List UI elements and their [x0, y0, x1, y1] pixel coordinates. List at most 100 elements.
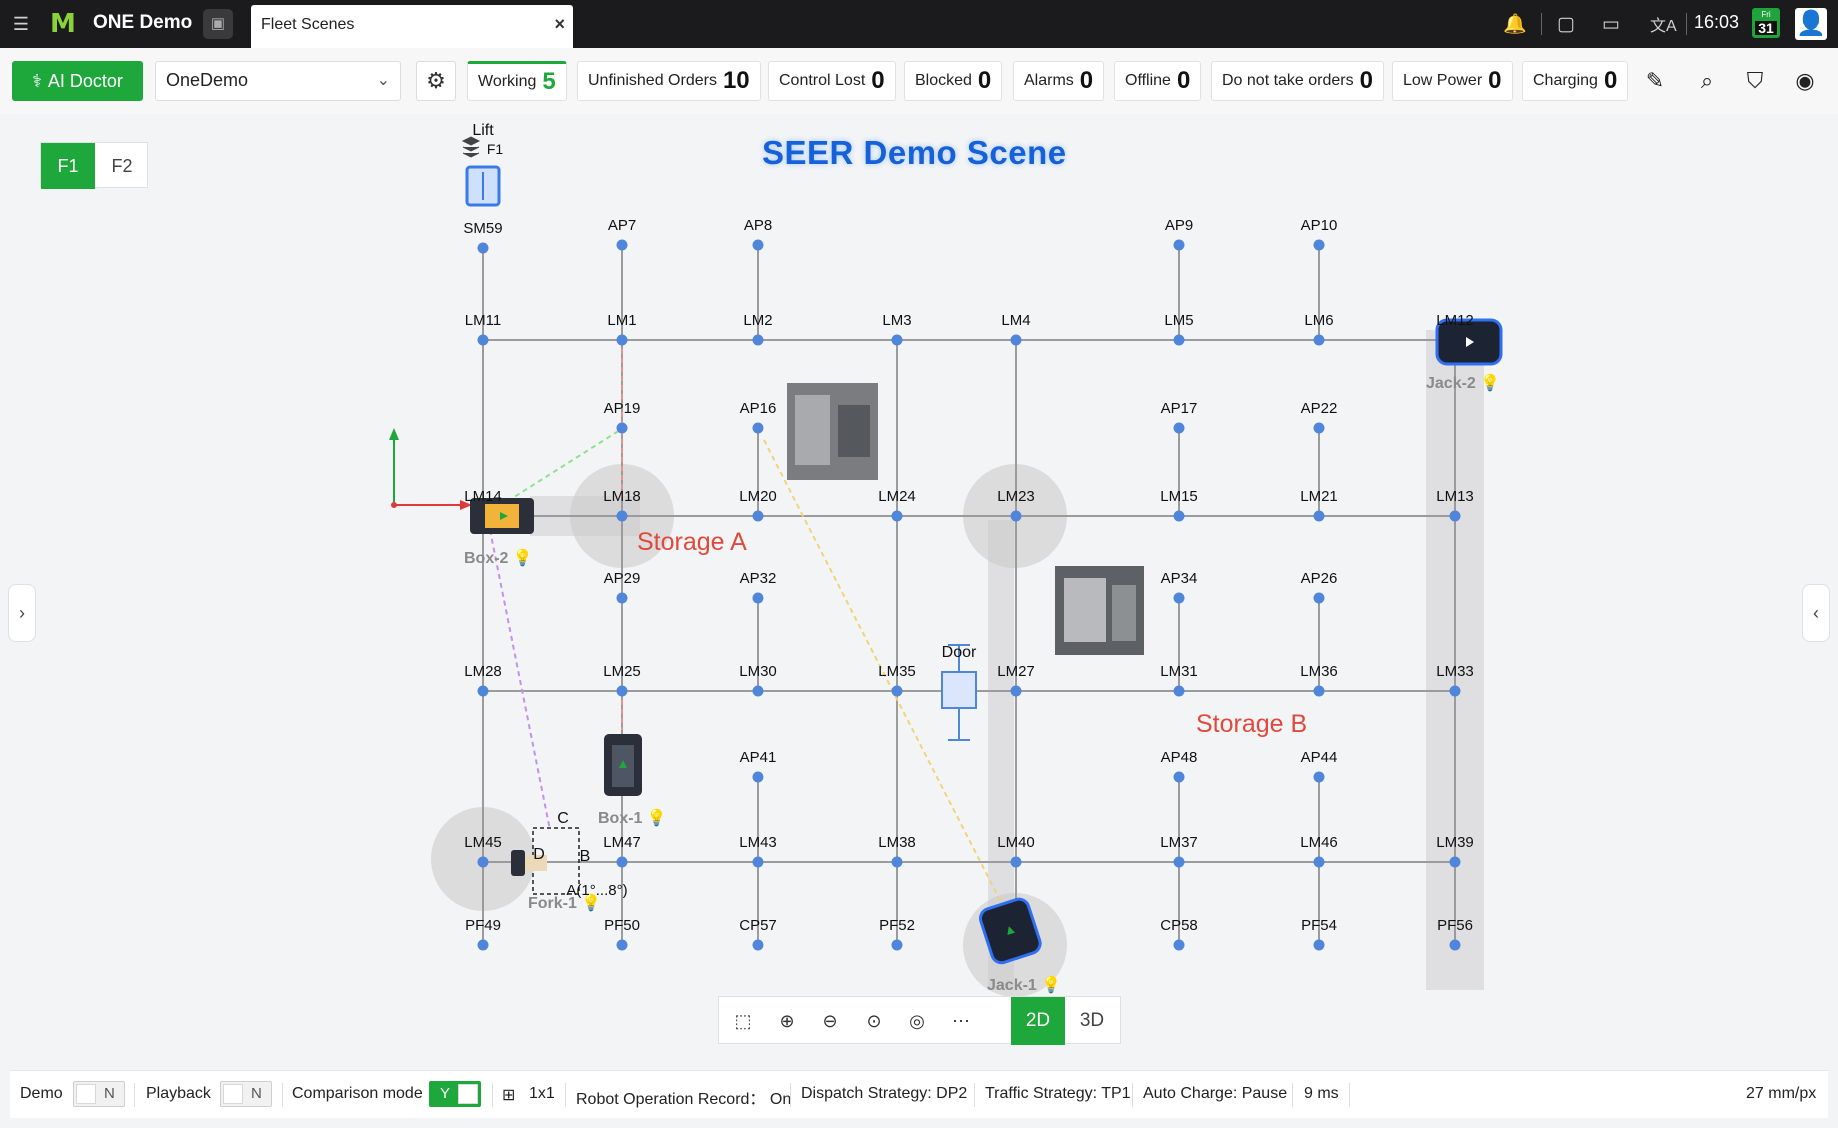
divider — [282, 1083, 283, 1107]
point-label-ap26: AP26 — [1300, 570, 1338, 587]
map-node-pf50[interactable] — [616, 939, 628, 951]
grid-icon[interactable]: ⊞ — [502, 1085, 515, 1105]
zoom-out-icon[interactable]: ⊖ — [816, 1007, 844, 1035]
point-label-lm13: LM13 — [1436, 488, 1474, 505]
toggle-knob — [458, 1084, 478, 1104]
map-node-cp57[interactable] — [752, 939, 764, 951]
map-node-lm18[interactable] — [616, 510, 628, 522]
point-label-lm3: LM3 — [882, 312, 912, 329]
map-node-lm40[interactable] — [1010, 856, 1022, 868]
map-node-lm47[interactable] — [616, 856, 628, 868]
robot-label-jack-2[interactable]: Jack-2 💡 — [1426, 373, 1500, 393]
map-node-ap29[interactable] — [616, 592, 628, 604]
lightbulb-icon[interactable]: 💡 — [1041, 977, 1061, 994]
route-line — [489, 529, 551, 831]
map-node-lm37[interactable] — [1173, 856, 1185, 868]
map-node-ap34[interactable] — [1173, 592, 1185, 604]
map-node-ap7[interactable] — [616, 239, 628, 251]
map-node-ap8[interactable] — [752, 239, 764, 251]
map-node-lm31[interactable] — [1173, 685, 1185, 697]
lightbulb-icon[interactable]: 💡 — [513, 550, 533, 567]
map-node-lm39[interactable] — [1449, 856, 1461, 868]
robot-name-text: Box-2 — [464, 550, 509, 567]
map-node-pf56[interactable] — [1449, 939, 1461, 951]
point-label-lm14: LM14 — [464, 488, 502, 505]
map-node-lm45[interactable] — [477, 856, 489, 868]
map-node-lm27[interactable] — [1010, 685, 1022, 697]
point-label-lm37: LM37 — [1160, 834, 1198, 851]
lightbulb-icon[interactable]: 💡 — [1480, 375, 1500, 392]
map-node-lm24[interactable] — [891, 510, 903, 522]
map-scale: 27 mm/px — [1746, 1085, 1817, 1102]
map-node-ap32[interactable] — [752, 592, 764, 604]
map-node-lm15[interactable] — [1173, 510, 1185, 522]
point-label-lm15: LM15 — [1160, 488, 1198, 505]
map-node-lm46[interactable] — [1313, 856, 1325, 868]
map-node-sm59[interactable] — [477, 242, 489, 254]
map-node-lm20[interactable] — [752, 510, 764, 522]
zoom-fit-icon[interactable]: ⊙ — [860, 1007, 888, 1035]
zoom-in-icon[interactable]: ⊕ — [773, 1007, 801, 1035]
lightbulb-icon[interactable]: 💡 — [647, 810, 667, 827]
map-node-ap41[interactable] — [752, 771, 764, 783]
map-node-lm23[interactable] — [1010, 510, 1022, 522]
map-node-lm13[interactable] — [1449, 510, 1461, 522]
map-node-lm1[interactable] — [616, 334, 628, 346]
grid-size-label[interactable]: 1x1 — [529, 1085, 555, 1103]
point-label-sm59: SM59 — [463, 220, 503, 237]
map-node-pf52[interactable] — [891, 939, 903, 951]
map-node-lm25[interactable] — [616, 685, 628, 697]
storage-a-label: Storage A — [637, 528, 747, 556]
map-node-ap16[interactable] — [752, 422, 764, 434]
map-node-lm28[interactable] — [477, 685, 489, 697]
map-node-pf54[interactable] — [1313, 939, 1325, 951]
map-node-ap22[interactable] — [1313, 422, 1325, 434]
map-node-ap44[interactable] — [1313, 771, 1325, 783]
point-label-cp58: CP58 — [1160, 917, 1198, 934]
map-node-lm43[interactable] — [752, 856, 764, 868]
map-node-ap19[interactable] — [616, 422, 628, 434]
map-node-pf49[interactable] — [477, 939, 489, 951]
view-2d-button[interactable]: 2D — [1011, 997, 1065, 1045]
map-node-ap48[interactable] — [1173, 771, 1185, 783]
floor-f1-button[interactable]: F1 — [41, 143, 95, 189]
map-node-lm21[interactable] — [1313, 510, 1325, 522]
map-node-ap26[interactable] — [1313, 592, 1325, 604]
map-node-cp58[interactable] — [1173, 939, 1185, 951]
point-label-ap29: AP29 — [603, 570, 641, 587]
map-node-lm3[interactable] — [891, 334, 903, 346]
map-node-lm11[interactable] — [477, 334, 489, 346]
map-node-ap9[interactable] — [1173, 239, 1185, 251]
point-label-lm33: LM33 — [1436, 663, 1474, 680]
demo-toggle[interactable]: N — [73, 1081, 125, 1107]
map-node-ap17[interactable] — [1173, 422, 1185, 434]
point-label-ap19: AP19 — [603, 400, 641, 417]
comparison-mode-toggle[interactable]: Y — [429, 1081, 481, 1107]
more-icon[interactable]: ⋯ — [947, 1007, 975, 1035]
point-label-lm45: LM45 — [464, 834, 502, 851]
map-node-lm36[interactable] — [1313, 685, 1325, 697]
map-node-lm4[interactable] — [1010, 334, 1022, 346]
floor-f2-button[interactable]: F2 — [95, 143, 149, 189]
robot-label-jack-1[interactable]: Jack-1 💡 — [987, 975, 1061, 995]
select-box-icon[interactable]: ⬚ — [729, 1007, 757, 1035]
map-node-lm5[interactable] — [1173, 334, 1185, 346]
map-node-ap10[interactable] — [1313, 239, 1325, 251]
left-panel-toggle[interactable]: › — [8, 584, 36, 642]
photo-detail — [1064, 578, 1106, 642]
robot-label-box-1[interactable]: Box-1 💡 — [598, 808, 667, 828]
point-label-lm38: LM38 — [878, 834, 916, 851]
map-node-lm6[interactable] — [1313, 334, 1325, 346]
zoom-reset-icon[interactable]: ◎ — [903, 1007, 931, 1035]
playback-toggle[interactable]: N — [220, 1081, 272, 1107]
map-node-lm2[interactable] — [752, 334, 764, 346]
map-node-lm30[interactable] — [752, 685, 764, 697]
robot-label-box-2[interactable]: Box-2 💡 — [464, 548, 533, 568]
right-panel-toggle[interactable]: ‹ — [1802, 584, 1830, 642]
robot-name-text: Jack-1 — [987, 977, 1037, 994]
robot-box-1[interactable] — [604, 734, 642, 796]
map-node-lm33[interactable] — [1449, 685, 1461, 697]
view-3d-button[interactable]: 3D — [1065, 997, 1119, 1045]
map-node-lm35[interactable] — [891, 685, 903, 697]
map-node-lm38[interactable] — [891, 856, 903, 868]
